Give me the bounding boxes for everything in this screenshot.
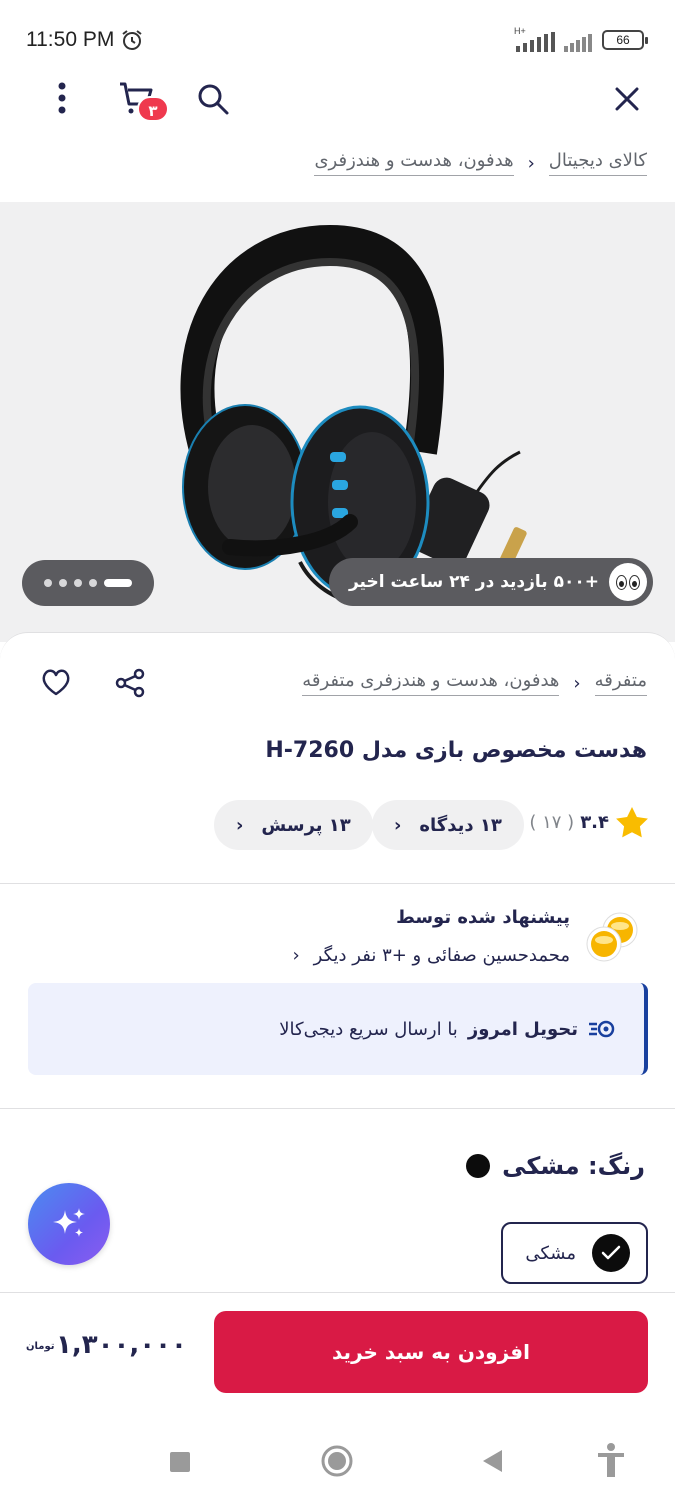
color-swatch: [466, 1154, 491, 1178]
add-to-cart-button[interactable]: افزودن به سبد خرید: [214, 1311, 648, 1393]
recommendation-block[interactable]: پیشنهاد شده توسط محمدحسین صفائی و +۳ نفر…: [0, 905, 675, 975]
back-icon[interactable]: [480, 1448, 504, 1474]
gallery-dot-active: [104, 579, 132, 587]
color-label-row: رنگ: مشکی: [466, 1152, 645, 1180]
gallery-dot: [59, 579, 67, 587]
chevron-left-icon: ‹: [527, 152, 535, 174]
product-rating: ۳.۴ ( ۱۷ ): [529, 806, 649, 838]
share-icon: [115, 668, 145, 698]
color-option-label: مشکی: [525, 1242, 576, 1264]
views-badge: +۵۰۰ بازدید در ۲۴ ساعت اخیر: [328, 558, 653, 606]
breadcrumb-category: متفرقه ‹ هدفون، هدست و هندزفری متفرقه: [302, 670, 647, 696]
gallery-dot: [74, 579, 82, 587]
chevron-left-icon: ‹: [292, 945, 300, 966]
recommendation-names: محمدحسین صفائی و +۳ نفر دیگر: [313, 945, 570, 966]
delivery-banner: تحویل امروز با ارسال سریع دیجی‌کالا: [28, 983, 648, 1075]
sparkles-icon: [53, 1208, 85, 1237]
currency-label: تومان: [26, 1341, 55, 1352]
color-option-black[interactable]: مشکی: [501, 1222, 648, 1284]
gallery-pagination: [22, 560, 154, 606]
status-bar: 11:50 PM H+ 66: [0, 0, 675, 78]
color-label: رنگ: مشکی: [502, 1152, 645, 1180]
product-price: ۱,۳۰۰,۰۰۰: [56, 1330, 187, 1360]
ai-assistant-button[interactable]: [28, 1183, 110, 1265]
heart-icon: [42, 669, 70, 696]
rating-value: ۳.۴: [580, 811, 609, 833]
close-icon: [615, 87, 639, 111]
gallery-dot: [89, 579, 97, 587]
signal-icon-2: [564, 34, 592, 52]
signal-icon: [516, 32, 555, 52]
favorite-button[interactable]: [36, 662, 76, 702]
recents-icon[interactable]: [170, 1452, 190, 1472]
reviews-chip[interactable]: ۱۳ دیدگاه ‹: [372, 800, 524, 850]
battery-indicator: 66: [602, 30, 648, 50]
more-vertical-icon: [58, 82, 66, 114]
rating-count: ( ۱۷ ): [529, 811, 575, 833]
checkmark-icon: [592, 1234, 630, 1272]
star-icon: [616, 807, 648, 838]
system-nav-bar: [0, 1414, 675, 1500]
home-icon[interactable]: [320, 1444, 354, 1478]
search-icon: [198, 84, 229, 115]
alarm-icon: [122, 30, 142, 50]
divider: [0, 883, 675, 884]
fast-delivery-icon: [589, 1020, 615, 1038]
questions-chip[interactable]: ۱۳ پرسش ‹: [214, 800, 373, 850]
cart-count-badge: ۳: [137, 96, 169, 122]
reviews-chip-label: ۱۳ دیدگاه: [419, 814, 502, 836]
views-text: +۵۰۰ بازدید در ۲۴ ساعت اخیر: [348, 572, 599, 592]
delivery-text: با ارسال سریع دیجی‌کالا: [279, 1018, 458, 1040]
close-button[interactable]: [606, 78, 648, 120]
share-button[interactable]: [110, 664, 150, 702]
chevron-left-icon: ‹: [236, 814, 244, 836]
breadcrumb-misc[interactable]: متفرقه: [594, 670, 647, 696]
search-button[interactable]: [192, 78, 234, 120]
eyes-icon: [609, 563, 647, 601]
breadcrumb-digital-goods[interactable]: کالای دیجیتال: [548, 150, 647, 176]
chevron-left-icon: ‹: [573, 672, 581, 694]
recommendation-names-row: محمدحسین صفائی و +۳ نفر دیگر ‹: [292, 945, 570, 966]
breadcrumb-top: کالای دیجیتال ‹ هدفون، هدست و هندزفری: [314, 150, 647, 176]
breadcrumb-headphones[interactable]: هدفون، هدست و هندزفری: [314, 150, 514, 176]
product-title: هدست مخصوص بازی مدل H-7260: [265, 738, 647, 763]
accessibility-icon[interactable]: [596, 1442, 626, 1478]
more-menu-button[interactable]: [42, 78, 82, 118]
status-time: 11:50 PM: [26, 28, 115, 51]
gallery-dot: [44, 579, 52, 587]
recommendation-title: پیشنهاد شده توسط: [396, 907, 570, 928]
delivery-today-label: تحویل امروز: [467, 1018, 578, 1040]
chevron-left-icon: ‹: [394, 814, 402, 836]
breadcrumb-misc-headphones[interactable]: هدفون، هدست و هندزفری متفرقه: [302, 670, 560, 696]
questions-chip-label: ۱۳ پرسش: [261, 814, 351, 836]
divider: [0, 1108, 675, 1109]
